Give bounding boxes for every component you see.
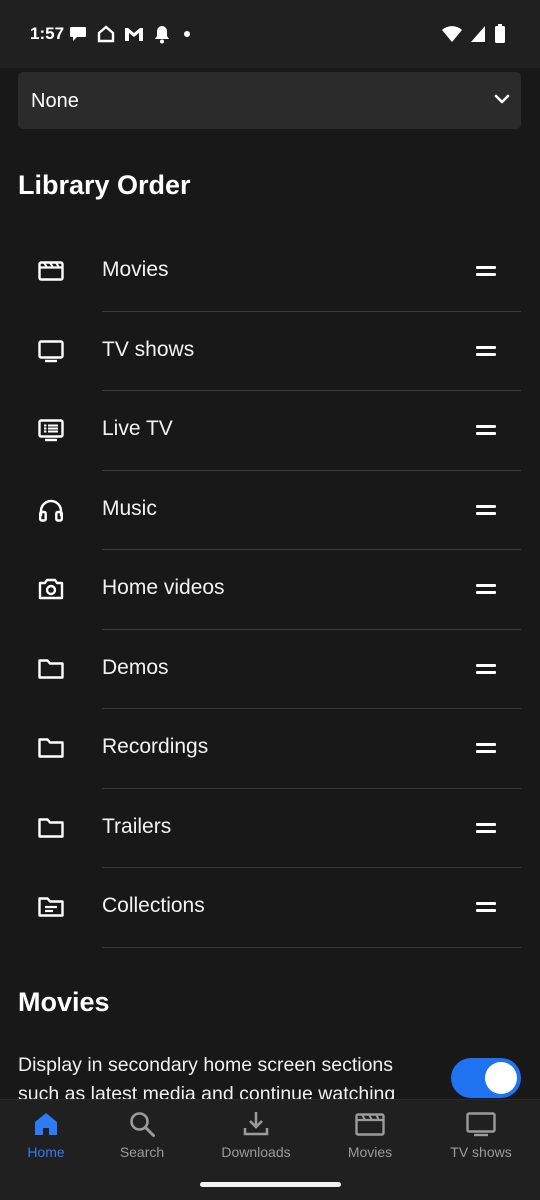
toggle-knob bbox=[485, 1062, 517, 1094]
download-icon bbox=[196, 1110, 316, 1138]
folder-icon bbox=[37, 814, 65, 842]
library-order-title: Library Order bbox=[18, 170, 191, 200]
nav-downloads[interactable]: Downloads bbox=[196, 1100, 316, 1175]
collection-folder-icon bbox=[37, 893, 65, 921]
nav-search[interactable]: Search bbox=[92, 1100, 192, 1175]
library-item-tv-shows[interactable]: TV shows bbox=[0, 312, 540, 391]
live-tv-icon bbox=[37, 416, 65, 444]
library-item-label: Live TV bbox=[102, 417, 173, 440]
library-item-label: Home videos bbox=[102, 576, 225, 599]
nav-home[interactable]: Home bbox=[0, 1100, 92, 1175]
drag-handle-icon[interactable] bbox=[476, 425, 496, 436]
library-item-label: Movies bbox=[102, 258, 169, 281]
dot-icon bbox=[180, 27, 194, 41]
library-item-label: Music bbox=[102, 496, 157, 520]
headphones-icon bbox=[37, 496, 65, 524]
library-item-label: Demos bbox=[102, 655, 169, 679]
nav-tv-shows[interactable]: TV shows bbox=[428, 1100, 534, 1175]
camera-icon bbox=[37, 575, 65, 603]
select-value: None bbox=[31, 90, 79, 112]
drag-handle-icon[interactable] bbox=[476, 504, 496, 516]
tv-icon bbox=[37, 337, 65, 365]
library-item-demos[interactable]: Demos bbox=[0, 630, 540, 709]
folder-icon bbox=[37, 655, 65, 683]
library-item-movies[interactable]: Movies bbox=[0, 232, 540, 312]
divider bbox=[102, 946, 521, 948]
library-item-label: Collections bbox=[102, 894, 205, 917]
library-item-label: Recordings bbox=[102, 735, 209, 758]
wifi-icon bbox=[442, 25, 462, 43]
system-icons bbox=[442, 24, 506, 44]
home-icon bbox=[97, 25, 115, 43]
folder-icon bbox=[37, 734, 65, 762]
movies-secondary-sections-toggle[interactable] bbox=[451, 1058, 521, 1098]
status-time: 1:57 bbox=[30, 24, 65, 43]
drag-handle-icon[interactable] bbox=[476, 902, 496, 913]
movies-section-title: Movies bbox=[18, 987, 110, 1017]
drag-handle-icon[interactable] bbox=[476, 663, 496, 675]
home-icon bbox=[0, 1110, 92, 1138]
section-select-dropdown[interactable]: None bbox=[18, 72, 521, 129]
library-item-label: TV shows bbox=[102, 337, 195, 361]
nav-label: Home bbox=[27, 1144, 65, 1160]
library-order-list: Movies TV shows Live TV Music Home video… bbox=[0, 232, 540, 948]
library-item-recordings[interactable]: Recordings bbox=[0, 709, 540, 789]
search-icon bbox=[92, 1110, 192, 1138]
notification-icons bbox=[68, 24, 194, 44]
home-indicator bbox=[200, 1182, 341, 1187]
library-item-trailers[interactable]: Trailers bbox=[0, 789, 540, 868]
nav-movies[interactable]: Movies bbox=[322, 1100, 418, 1175]
library-item-live-tv[interactable]: Live TV bbox=[0, 391, 540, 471]
nav-label: Search bbox=[119, 1144, 165, 1160]
movies-section-description: Display in secondary home screen section… bbox=[18, 1054, 396, 1099]
clapperboard-icon bbox=[322, 1110, 418, 1138]
library-item-collections[interactable]: Collections bbox=[0, 868, 540, 948]
tv-icon bbox=[428, 1110, 534, 1138]
bell-icon bbox=[153, 25, 171, 44]
drag-handle-icon[interactable] bbox=[476, 822, 496, 834]
library-item-home-videos[interactable]: Home videos bbox=[0, 550, 540, 630]
chevron-down-icon bbox=[493, 90, 511, 113]
drag-handle-icon[interactable] bbox=[476, 266, 496, 277]
drag-handle-icon[interactable] bbox=[476, 345, 496, 357]
nav-label: Movies bbox=[347, 1144, 393, 1160]
library-item-label: Trailers bbox=[102, 814, 172, 838]
drag-handle-icon[interactable] bbox=[476, 743, 496, 754]
signal-icon bbox=[470, 25, 486, 43]
clapperboard-icon bbox=[37, 257, 65, 285]
gmail-icon bbox=[124, 26, 144, 42]
status-bar: 1:57 bbox=[0, 0, 540, 68]
settings-content[interactable]: None Library Order Movies TV shows Live … bbox=[0, 68, 540, 1099]
chat-bubble-icon bbox=[68, 24, 88, 44]
drag-handle-icon[interactable] bbox=[476, 584, 496, 595]
library-item-music[interactable]: Music bbox=[0, 471, 540, 550]
battery-icon bbox=[494, 24, 506, 44]
nav-label: TV shows bbox=[450, 1144, 512, 1160]
nav-label: Downloads bbox=[221, 1144, 291, 1160]
